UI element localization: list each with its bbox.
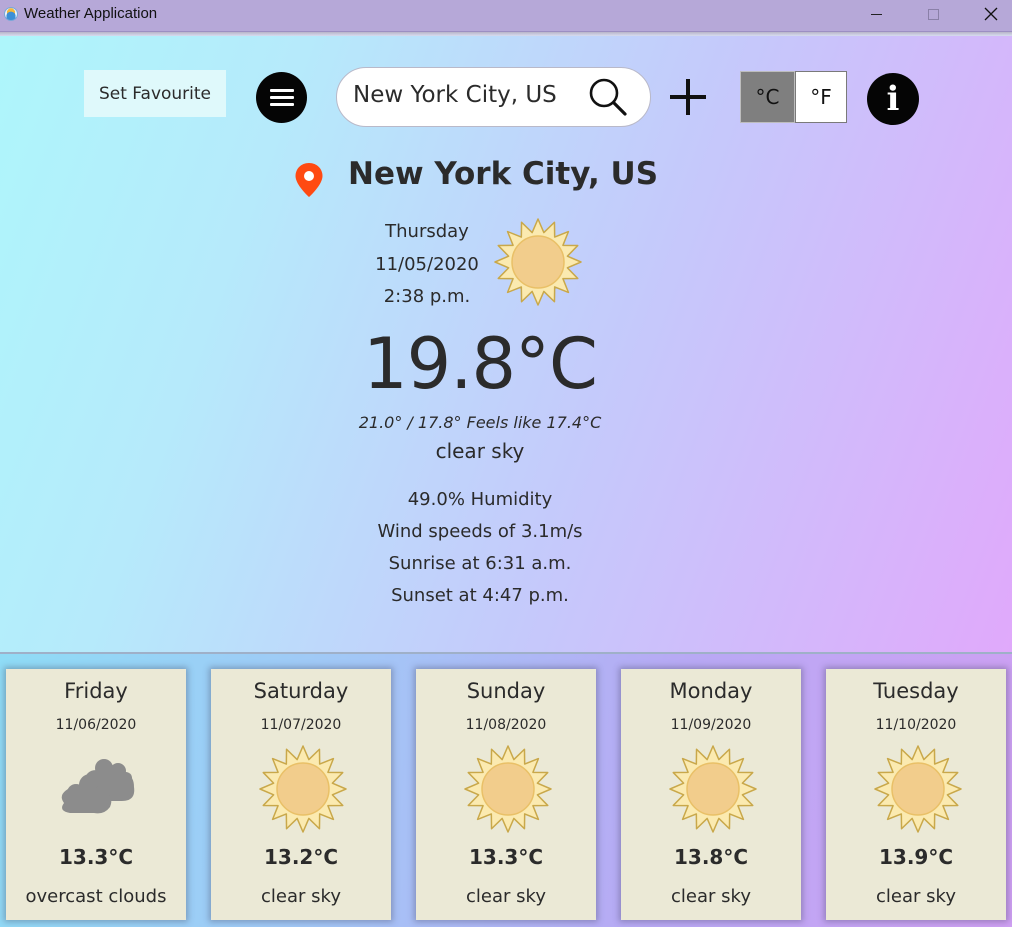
forecast-card-sunday: Sunday 11/08/2020 13.3°C clear sky [416,669,596,920]
forecast-date: 11/06/2020 [55,717,137,733]
forecast-day: Tuesday [873,679,959,703]
forecast-description: clear sky [466,886,546,907]
forecast-strip: Friday 11/06/2020 13.3°C overcast clouds… [0,652,1012,927]
close-button[interactable] [968,0,1012,28]
forecast-day: Friday [64,679,128,703]
forecast-day: Saturday [253,679,349,703]
close-icon [984,7,998,21]
menu-line [269,96,294,99]
sun-icon [669,745,757,833]
sun-icon [874,745,962,833]
current-description: clear sky [435,439,525,463]
min-max-feels-like: 21.0° / 17.8° Feels like 17.4°C [358,413,602,432]
minimize-button[interactable] [853,0,899,28]
location-pin-icon [295,163,323,197]
menu-line [269,89,294,92]
forecast-temperature: 13.8°C [673,845,749,869]
forecast-description: clear sky [671,886,751,907]
celsius-toggle[interactable]: °C [740,71,795,123]
fahrenheit-toggle[interactable]: °F [795,71,847,123]
sunrise-text: Sunrise at 6:31 a.m. [388,553,572,574]
current-date: 11/05/2020 [375,253,479,275]
sun-icon [494,218,582,306]
forecast-temperature: 13.3°C [468,845,544,869]
app-weather-icon [4,7,18,21]
maximize-button[interactable] [910,0,956,28]
forecast-date: 11/09/2020 [670,717,752,733]
cloud-icon [61,759,135,814]
forecast-card-tuesday: Tuesday 11/10/2020 13.9°C clear sky [826,669,1006,920]
set-favourite-button[interactable]: Set Favourite [84,70,226,117]
forecast-date: 11/08/2020 [465,717,547,733]
current-datetime: Thursday 11/05/2020 2:38 p.m. [367,216,487,314]
info-button[interactable]: i [867,73,919,125]
forecast-day: Monday [669,679,753,703]
current-day: Thursday [385,221,469,242]
menu-line [269,103,294,106]
add-location-button[interactable] [670,79,706,115]
search-input[interactable]: New York City, US [353,82,557,108]
title-bar: Weather Application [0,0,1012,32]
forecast-date: 11/07/2020 [260,717,342,733]
maximize-icon [927,8,939,20]
hamburger-menu-button[interactable] [256,72,307,123]
forecast-day: Sunday [466,679,546,703]
sunset-text: Sunset at 4:47 p.m. [391,585,569,606]
forecast-description: overcast clouds [25,886,167,907]
humidity-text: 49.0% Humidity [407,489,553,510]
forecast-card-friday: Friday 11/06/2020 13.3°C overcast clouds [6,669,186,920]
forecast-description: clear sky [261,886,341,907]
sun-icon [259,745,347,833]
location-title: New York City, US [348,156,659,192]
sun-icon [464,745,552,833]
forecast-temperature: 13.2°C [263,845,339,869]
weather-details: 49.0% Humidity Wind speeds of 3.1m/s Sun… [330,484,630,612]
forecast-temperature: 13.9°C [878,845,954,869]
current-temperature: 19.8°C [363,323,598,405]
search-bar[interactable]: New York City, US [336,67,651,127]
window-title: Weather Application [24,5,158,22]
current-weather-panel: Set Favourite New York City, US °C °F i … [0,36,1012,652]
forecast-card-saturday: Saturday 11/07/2020 13.2°C clear sky [211,669,391,920]
forecast-date: 11/10/2020 [875,717,957,733]
wind-text: Wind speeds of 3.1m/s [377,521,583,542]
search-icon[interactable] [587,77,629,119]
current-time: 2:38 p.m. [383,286,471,307]
forecast-description: clear sky [876,886,956,907]
forecast-card-monday: Monday 11/09/2020 13.8°C clear sky [621,669,801,920]
minimize-icon [870,13,882,15]
forecast-temperature: 13.3°C [58,845,134,869]
